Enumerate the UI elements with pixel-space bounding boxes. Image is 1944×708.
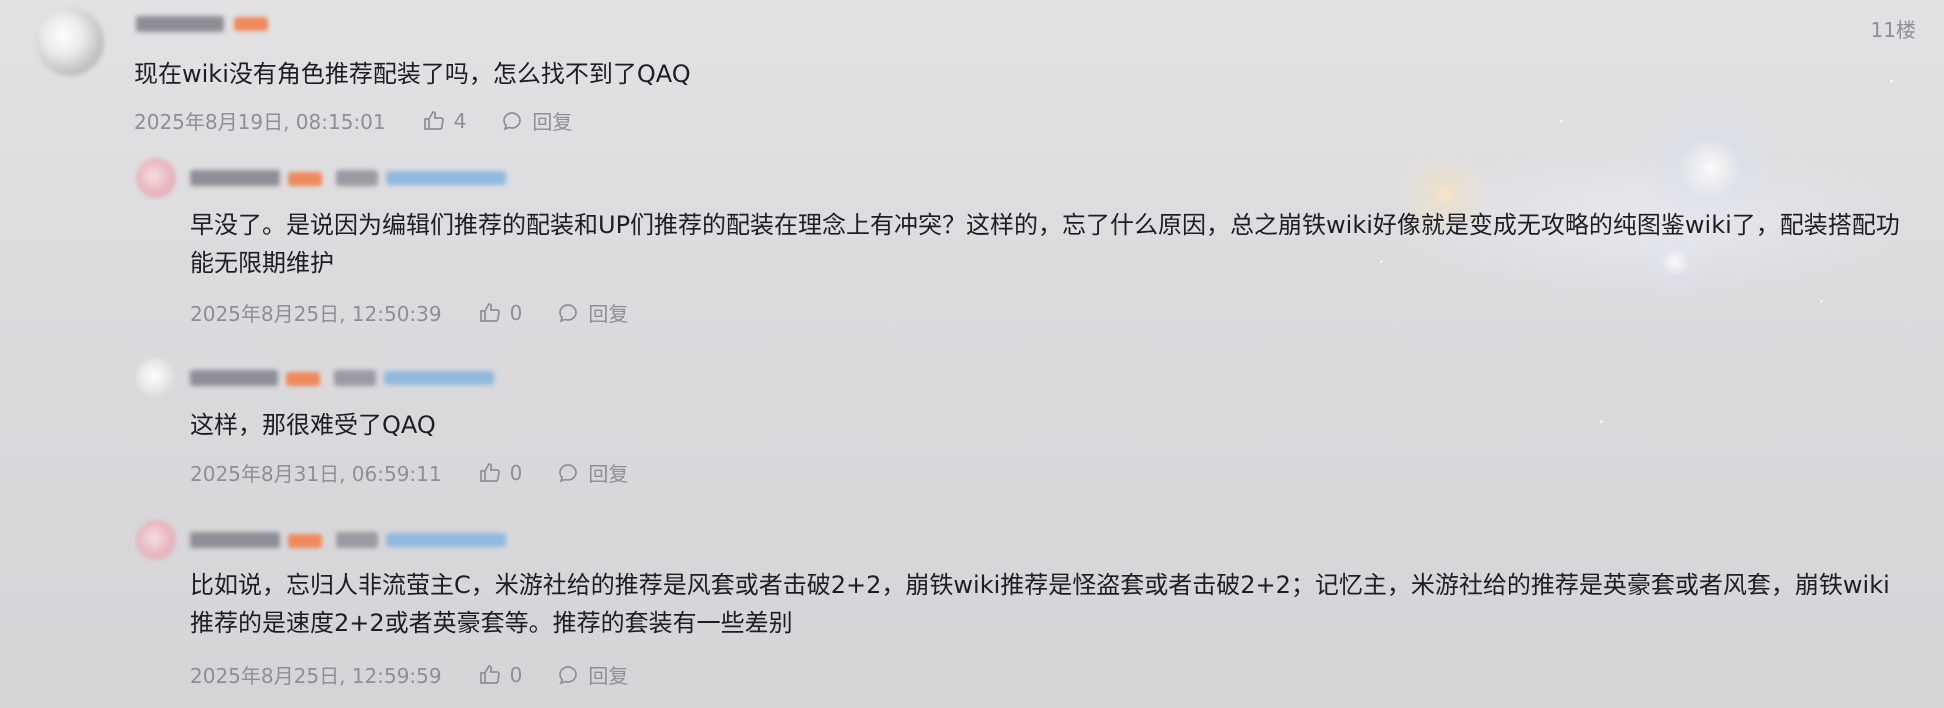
reply-label: 回复: [588, 664, 629, 688]
thumbs-up-icon: [423, 110, 444, 130]
level-badge: [234, 17, 268, 31]
timestamp: 2025年8月19日, 08:15:01: [134, 110, 386, 134]
level-badge: [288, 534, 322, 548]
like-count: 0: [509, 460, 523, 485]
comment-meta: 2025年8月25日, 12:59:59 0 回复: [190, 660, 662, 689]
reply-button[interactable]: 回复: [556, 458, 628, 487]
reply-label: 回复: [588, 302, 629, 326]
user-tag: [384, 371, 494, 385]
like-button[interactable]: 0: [478, 300, 523, 325]
comment-bubble-icon: [559, 463, 578, 482]
timestamp: 2025年8月25日, 12:59:59: [190, 664, 442, 688]
comment-meta: 2025年8月19日, 08:15:01 4 回复: [134, 106, 606, 135]
avatar[interactable]: [136, 520, 176, 560]
level-badge: [288, 172, 322, 186]
like-button[interactable]: 4: [422, 108, 467, 133]
user-tag: [386, 533, 506, 547]
comment-text: 早没了。是说因为编辑们推荐的配装和UP们推荐的配装在理念上有冲突？这样的，忘了什…: [190, 211, 1900, 277]
user-title: [336, 170, 378, 186]
comment-text: 现在wiki没有角色推荐配装了吗，怎么找不到了QAQ: [134, 60, 691, 88]
main-comment: 现在wiki没有角色推荐配装了吗，怎么找不到了QAQ 2025年8月19日, 0…: [0, 0, 1944, 150]
like-count: 0: [509, 662, 523, 687]
timestamp: 2025年8月31日, 06:59:11: [190, 462, 442, 486]
user-title: [334, 370, 376, 386]
thumbs-up-icon: [479, 462, 500, 482]
timestamp: 2025年8月25日, 12:50:39: [190, 302, 442, 326]
reply-label: 回复: [588, 462, 629, 486]
user-tag: [386, 171, 506, 185]
reply-item: 比如说，忘归人非流萤主C，米游社给的推荐是风套或者击破2+2，崩铁wiki推荐是…: [0, 512, 1944, 708]
comment-bubble-icon: [503, 111, 522, 130]
avatar[interactable]: [136, 158, 176, 198]
username[interactable]: [190, 170, 280, 186]
comment-bubble-icon: [559, 303, 578, 322]
username[interactable]: [190, 370, 278, 386]
reply-button[interactable]: 回复: [500, 106, 572, 135]
reply-button[interactable]: 回复: [556, 298, 628, 327]
like-count: 4: [453, 108, 467, 133]
reply-label: 回复: [532, 110, 573, 134]
thumbs-up-icon: [479, 302, 500, 322]
comment-text: 这样，那很难受了QAQ: [190, 411, 436, 439]
comment-text: 比如说，忘归人非流萤主C，米游社给的推荐是风套或者击破2+2，崩铁wiki推荐是…: [190, 571, 1890, 637]
comment-bubble-icon: [559, 665, 578, 684]
reply-item: 早没了。是说因为编辑们推荐的配装和UP们推荐的配装在理念上有冲突？这样的，忘了什…: [0, 150, 1944, 340]
username[interactable]: [136, 16, 224, 32]
like-count: 0: [509, 300, 523, 325]
reply-item: 这样，那很难受了QAQ 2025年8月31日, 06:59:11 0 回复: [0, 350, 1944, 500]
avatar[interactable]: [36, 8, 104, 76]
like-button[interactable]: 0: [478, 662, 523, 687]
reply-button[interactable]: 回复: [556, 660, 628, 689]
comment-meta: 2025年8月31日, 06:59:11 0 回复: [190, 458, 662, 487]
level-badge: [286, 372, 320, 386]
username[interactable]: [190, 532, 280, 548]
comment-meta: 2025年8月25日, 12:50:39 0 回复: [190, 298, 662, 327]
avatar[interactable]: [136, 358, 176, 398]
thumbs-up-icon: [479, 664, 500, 684]
user-title: [336, 532, 378, 548]
like-button[interactable]: 0: [478, 460, 523, 485]
